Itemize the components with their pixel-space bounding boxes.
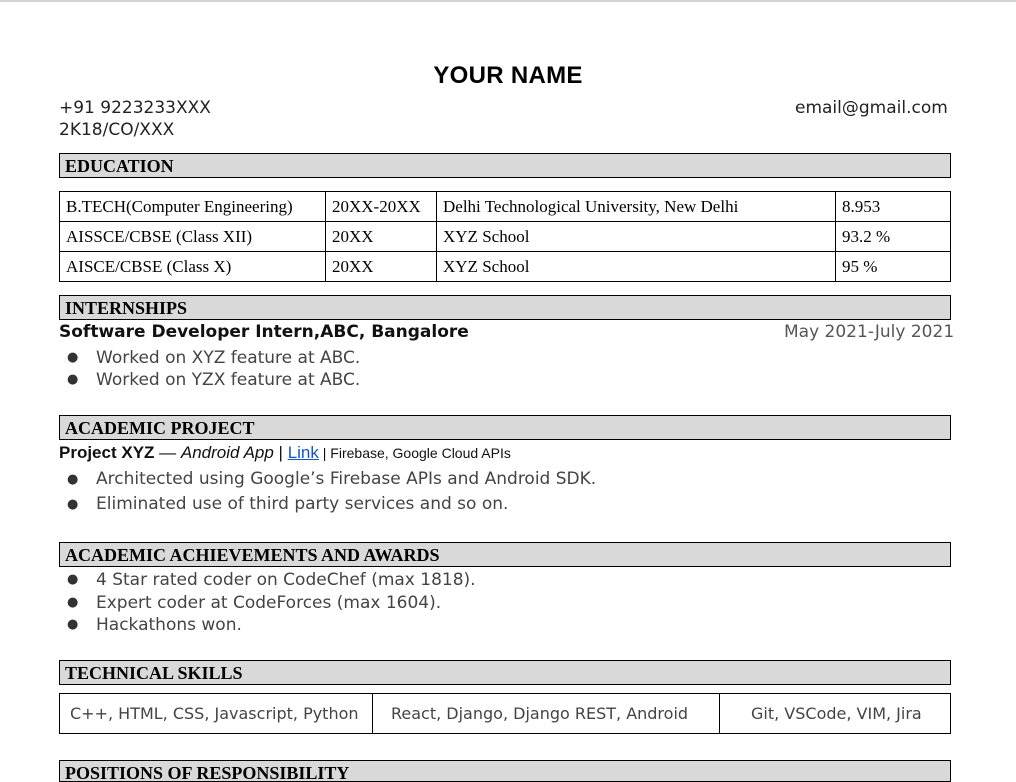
phone-number: +91 9223233XXX (59, 98, 211, 118)
section-heading-positions: POSITIONS OF RESPONSIBILITY (59, 760, 951, 782)
page-top-border (0, 0, 1016, 2)
skills-tools-cell: Git, VSCode, VIM, Jira (719, 693, 951, 734)
achievements-bullets: 4 Star rated coder on CodeChef (max 1818… (59, 569, 476, 637)
internship-role: Software Developer Intern,ABC, Bangalore (59, 322, 469, 342)
project-dash: — (154, 443, 181, 462)
section-heading-project: ACADEMIC PROJECT (59, 415, 951, 440)
score-cell: 8.953 (835, 191, 951, 222)
candidate-name: YOUR NAME (433, 62, 583, 89)
project-title-line: Project XYZ — Android App | Link | Fireb… (59, 443, 511, 463)
list-item: Eliminated use of third party services a… (59, 492, 596, 517)
section-heading-internships: INTERNSHIPS (59, 295, 951, 320)
separator: | (273, 443, 288, 462)
email-address: email@gmail.com (795, 98, 948, 118)
separator: | (318, 445, 331, 461)
years-cell: 20XX (325, 221, 437, 252)
list-item: 4 Star rated coder on CodeChef (max 1818… (59, 569, 476, 592)
project-type: Android App (180, 443, 274, 462)
skills-frameworks-cell: React, Django, Django REST, Android (372, 693, 720, 734)
skills-table: C++, HTML, CSS, Javascript, Python React… (59, 693, 951, 734)
table-row: B.TECH(Computer Engineering) 20XX-20XX D… (59, 191, 951, 222)
institute-cell: XYZ School (436, 221, 836, 252)
list-item: Worked on XYZ feature at ABC. (59, 347, 360, 369)
list-item: Hackathons won. (59, 614, 476, 637)
years-cell: 20XX (325, 251, 437, 282)
degree-cell: AISSCE/CBSE (Class XII) (59, 221, 326, 252)
list-item: Worked on YZX feature at ABC. (59, 369, 360, 391)
degree-cell: B.TECH(Computer Engineering) (59, 191, 326, 222)
list-item: Architected using Google’s Firebase APIs… (59, 467, 596, 492)
project-tech: Firebase, Google Cloud APIs (330, 445, 511, 461)
table-row: AISSCE/CBSE (Class XII) 20XX XYZ School … (59, 221, 951, 252)
project-link[interactable]: Link (288, 443, 319, 462)
education-table: B.TECH(Computer Engineering) 20XX-20XX D… (59, 191, 951, 282)
degree-cell: AISCE/CBSE (Class X) (59, 251, 326, 282)
score-cell: 95 % (835, 251, 951, 282)
table-row: C++, HTML, CSS, Javascript, Python React… (59, 693, 951, 734)
skills-languages-cell: C++, HTML, CSS, Javascript, Python (59, 693, 373, 734)
section-heading-achievements: ACADEMIC ACHIEVEMENTS AND AWARDS (59, 542, 951, 567)
project-name: Project XYZ (59, 443, 155, 462)
roll-number: 2K18/CO/XXX (59, 120, 175, 140)
list-item: Expert coder at CodeForces (max 1604). (59, 592, 476, 615)
institute-cell: Delhi Technological University, New Delh… (436, 191, 836, 222)
score-cell: 93.2 % (835, 221, 951, 252)
internship-dates: May 2021-July 2021 (784, 322, 955, 342)
section-heading-skills: TECHNICAL SKILLS (59, 660, 951, 685)
project-bullets: Architected using Google’s Firebase APIs… (59, 467, 596, 517)
institute-cell: XYZ School (436, 251, 836, 282)
years-cell: 20XX-20XX (325, 191, 437, 222)
section-heading-education: EDUCATION (59, 153, 951, 178)
internship-bullets: Worked on XYZ feature at ABC. Worked on … (59, 347, 360, 391)
table-row: AISCE/CBSE (Class X) 20XX XYZ School 95 … (59, 251, 951, 282)
